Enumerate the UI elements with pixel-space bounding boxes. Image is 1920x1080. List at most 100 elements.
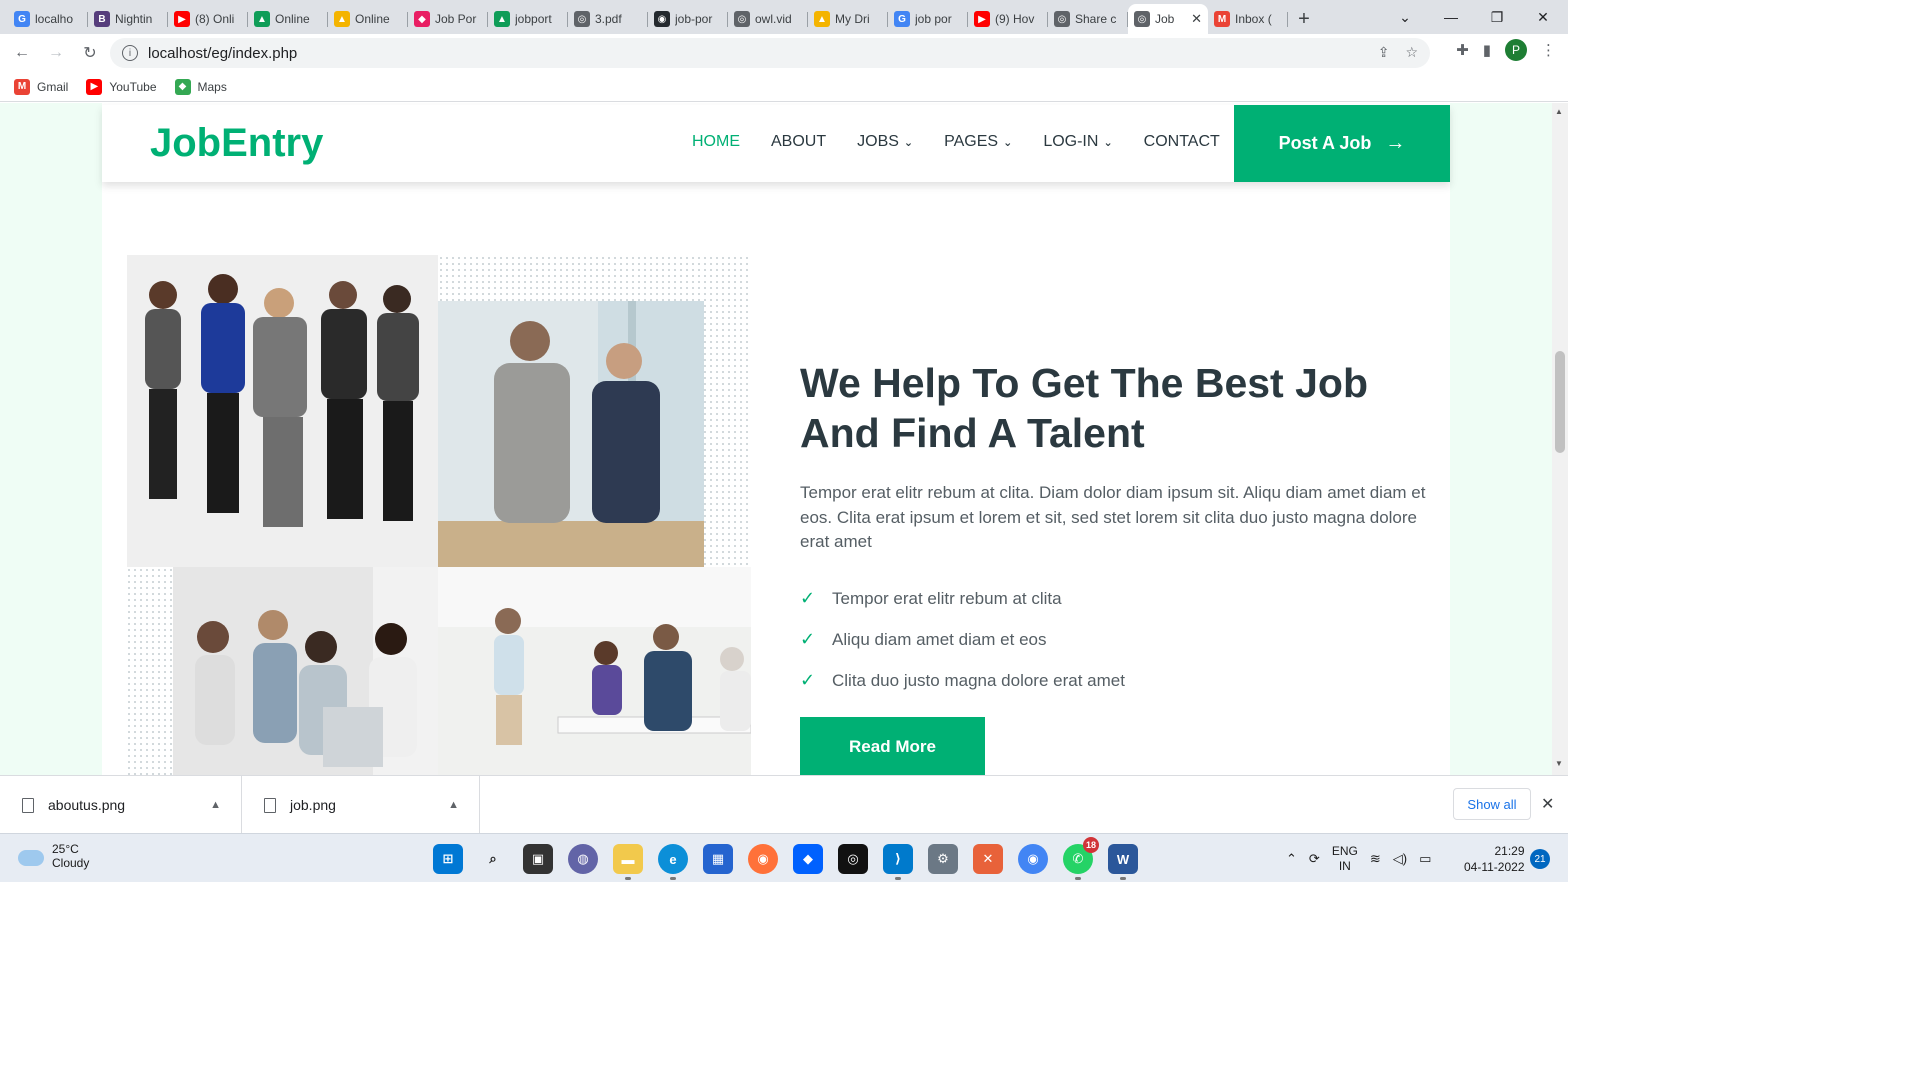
task-view-icon[interactable]: ▣ — [523, 844, 553, 874]
tab-label: Job — [1155, 12, 1175, 26]
browser-tab[interactable]: ▲ Online — [248, 4, 328, 34]
page-scrollbar[interactable]: ▲ ▼ — [1552, 103, 1568, 775]
browser-tab[interactable]: ▲ jobport — [488, 4, 568, 34]
nav-label: CONTACT — [1143, 133, 1220, 150]
browser-tab[interactable]: ◆ Job Por — [408, 4, 488, 34]
profile-avatar[interactable]: P — [1505, 39, 1527, 61]
browser-tab[interactable]: Glocalho — [8, 4, 88, 34]
tab-favicon-icon: ▲ — [494, 11, 510, 27]
site-info-icon[interactable]: i — [122, 45, 138, 61]
reload-icon[interactable]: ↻ — [74, 37, 106, 69]
read-more-button[interactable]: Read More — [800, 717, 985, 775]
nav-item-contact[interactable]: CONTACT — [1144, 133, 1220, 151]
bookmark-item[interactable]: ▶ YouTube — [86, 78, 157, 95]
about-paragraph: Tempor erat elitr rebum at clita. Diam d… — [800, 483, 1426, 551]
browser-tab[interactable]: ◎ 3.pdf — [568, 4, 648, 34]
browser-tab[interactable]: ▲ Online — [328, 4, 408, 34]
nav-label: PAGES — [944, 133, 999, 150]
tab-favicon-icon: G — [14, 11, 30, 27]
new-tab-button[interactable]: + — [1288, 4, 1320, 34]
post-job-label: Post A Job — [1278, 133, 1372, 153]
nav-item-jobs[interactable]: JOBS ⌄ — [857, 133, 913, 151]
close-tab-icon[interactable]: ✕ — [1191, 11, 1202, 27]
nav-label: JOBS — [857, 133, 899, 150]
sync-icon[interactable]: ⟳ — [1309, 851, 1320, 867]
edge-icon[interactable]: e — [658, 844, 688, 880]
download-item[interactable]: aboutus.png ▲ — [0, 776, 242, 834]
language-indicator[interactable]: ENG IN — [1332, 844, 1358, 874]
browser-tab[interactable]: M Inbox ( — [1208, 4, 1288, 34]
show-all-downloads-button[interactable]: Show all — [1453, 788, 1531, 820]
forward-arrow-icon[interactable]: → — [40, 37, 72, 69]
browser-tab[interactable]: ◉ job-por — [648, 4, 728, 34]
notification-count[interactable]: 21 — [1530, 849, 1550, 869]
download-item[interactable]: job.png ▲ — [242, 776, 480, 834]
weather-widget[interactable]: 25°C Cloudy — [18, 842, 89, 870]
whatsapp-icon[interactable]: ✆ 18 — [1063, 837, 1099, 880]
download-filename: job.png — [290, 797, 336, 813]
scroll-thumb[interactable] — [1555, 351, 1565, 453]
word-icon[interactable]: W — [1108, 844, 1138, 880]
file-explorer-icon[interactable]: ▬ — [613, 844, 643, 880]
post-job-button[interactable]: Post A Job → — [1234, 105, 1450, 182]
search-icon[interactable]: ⌕ — [478, 844, 508, 874]
chevron-up-icon[interactable]: ▲ — [448, 799, 459, 811]
brand-logo[interactable]: JobEntry — [150, 121, 323, 166]
checklist-text: Tempor erat elitr rebum at clita — [832, 588, 1062, 608]
bookmark-item[interactable]: ◆ Maps — [174, 78, 227, 95]
teams-chat-icon[interactable]: ◍ — [568, 844, 598, 874]
browser-tab[interactable]: Gjob por — [888, 4, 968, 34]
share-icon[interactable]: ⇪ — [1378, 44, 1390, 61]
back-arrow-icon[interactable]: ← — [6, 37, 38, 69]
bookmark-favicon-icon: ◆ — [174, 78, 191, 95]
battery-icon[interactable]: ▭ — [1419, 851, 1431, 867]
xampp-icon[interactable]: ✕ — [973, 844, 1003, 874]
chrome-icon[interactable]: ◉ — [1018, 844, 1048, 874]
chevron-up-icon[interactable]: ▲ — [210, 799, 221, 811]
vscode-icon[interactable]: ⟩ — [883, 844, 913, 880]
settings-gear-icon[interactable]: ⚙ — [928, 844, 958, 874]
site-navbar: JobEntry HOME ABOUT JOBS ⌄ PAGES ⌄ LOG-IN ⌄ CONT… — [102, 105, 1450, 182]
browser-tab[interactable]: ▲ My Dri — [808, 4, 888, 34]
close-window-button[interactable]: ✕ — [1520, 0, 1566, 34]
lang-region: IN — [1338, 859, 1351, 873]
nav-item-pages[interactable]: PAGES ⌄ — [944, 133, 1012, 151]
browser-tab[interactable]: ◎ owl.vid — [728, 4, 808, 34]
firefox-icon[interactable]: ◉ — [748, 844, 778, 874]
address-bar[interactable]: i localhost/eg/index.php ⇪ ☆ — [110, 38, 1430, 68]
scroll-down-icon[interactable]: ▼ — [1555, 759, 1563, 768]
windows-taskbar: 25°C Cloudy ⊞ ⌕ ▣ ◍ ▬ e ▦ ◉ ◆ ◎ ⟩ ⚙ ✕ ◉ … — [0, 833, 1568, 882]
restore-button[interactable]: ❐ — [1474, 0, 1520, 34]
clock[interactable]: 21:29 04-11-2022 — [1464, 843, 1525, 875]
bookmark-favicon-icon: ▶ — [86, 78, 103, 95]
volume-icon[interactable]: ◁) — [1393, 851, 1407, 867]
chevron-down-icon: ⌄ — [1003, 136, 1013, 149]
nav-item-about[interactable]: ABOUT — [771, 133, 826, 151]
tab-search-chevron-icon[interactable]: ⌄ — [1382, 0, 1428, 34]
chevron-up-icon[interactable]: ⌃ — [1286, 851, 1297, 867]
nav-item-home[interactable]: HOME — [692, 133, 740, 151]
browser-tab[interactable]: ◎ Share c — [1048, 4, 1128, 34]
close-icon[interactable]: ✕ — [1541, 794, 1554, 814]
start-windows-icon[interactable]: ⊞ — [433, 844, 463, 874]
bookmark-item[interactable]: M Gmail — [14, 78, 68, 95]
minimize-button[interactable]: — — [1428, 0, 1474, 34]
dropbox-icon[interactable]: ◆ — [793, 844, 823, 874]
store-icon[interactable]: ▦ — [703, 844, 733, 874]
tab-label: owl.vid — [755, 12, 792, 26]
menu-kebab-icon[interactable]: ⋮ — [1541, 41, 1556, 59]
extensions-puzzle-icon[interactable]: ✚ — [1456, 41, 1469, 59]
scroll-up-icon[interactable]: ▲ — [1555, 107, 1563, 116]
browser-tab[interactable]: ◎ Job ✕ — [1128, 4, 1208, 34]
browser-toolbar: ← → ↻ i localhost/eg/index.php ⇪ ☆ ✚ ▮ P… — [0, 34, 1568, 72]
wifi-icon[interactable]: ≋ — [1370, 851, 1381, 867]
bookmark-star-icon[interactable]: ☆ — [1405, 44, 1418, 61]
browser-tab[interactable]: ▶ (9) Hov — [968, 4, 1048, 34]
browser-tab[interactable]: ▶ (8) Onli — [168, 4, 248, 34]
nav-item-log-in[interactable]: LOG-IN ⌄ — [1043, 133, 1112, 151]
tab-favicon-icon: ▲ — [334, 11, 350, 27]
davinci-icon[interactable]: ◎ — [838, 844, 868, 874]
side-panel-icon[interactable]: ▮ — [1483, 41, 1491, 59]
browser-tab[interactable]: B Nightin — [88, 4, 168, 34]
checklist-text: Clita duo justo magna dolore erat amet — [832, 670, 1125, 690]
